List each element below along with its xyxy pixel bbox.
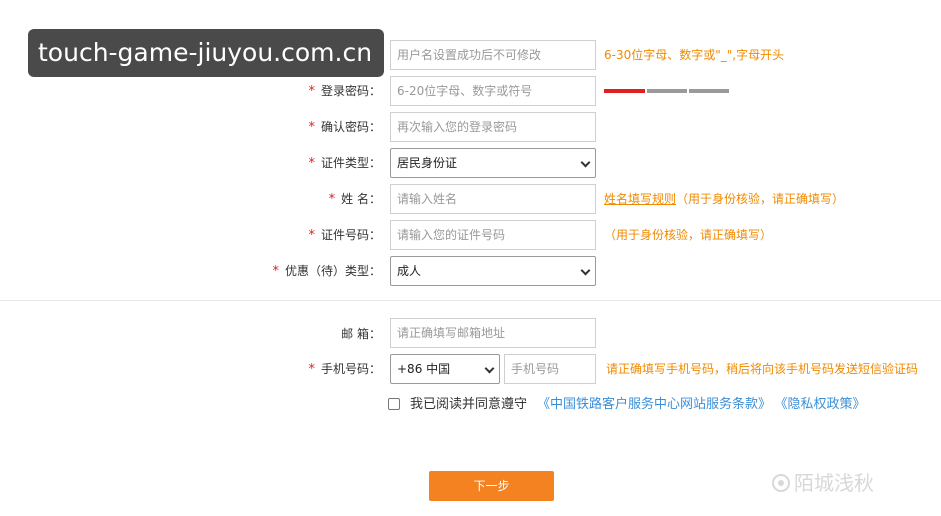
id-number-label: * 证件号码： (161, 227, 381, 244)
name-label-text: 姓 名： (341, 192, 381, 206)
discount-type-select[interactable]: 成人 (390, 256, 596, 286)
strength-bar-2 (647, 89, 687, 93)
strength-bar-3 (689, 89, 729, 93)
next-button[interactable]: 下一步 (429, 471, 554, 501)
watermark-banner: touch-game-jiuyou.com.cn (28, 29, 384, 77)
required-star: * (308, 84, 315, 99)
name-hint-text: （用于身份核验，请正确填写） (676, 192, 845, 206)
phone-hint: 请正确填写手机号码，稍后将向该手机号码发送短信验证码 (606, 362, 919, 376)
email-input[interactable]: 请正确填写邮箱地址 (390, 318, 596, 348)
email-label: 邮 箱： (341, 327, 381, 341)
country-code-select[interactable]: +86 中国 (390, 354, 500, 384)
id-type-label: * 证件类型： (161, 155, 381, 172)
name-hint: 姓名填写规则（用于身份核验，请正确填写） (604, 191, 844, 207)
name-input[interactable]: 请输入姓名 (390, 184, 596, 214)
discount-type-label-text: 优惠（待）类型： (284, 264, 381, 278)
phone-input[interactable]: 手机号码 (504, 354, 596, 384)
password-input[interactable]: 6-20位字母、数字或符号 (390, 76, 596, 106)
agreement-checkbox[interactable] (388, 398, 400, 410)
watermark-footer: 陌城浅秋 (772, 470, 874, 496)
required-star: * (272, 264, 279, 279)
chevron-down-icon (580, 157, 591, 168)
phone-label-text: 手机号码： (320, 362, 381, 376)
phone-label: * 手机号码： (161, 361, 381, 378)
password-label: * 登录密码： (161, 83, 381, 100)
discount-type-value: 成人 (397, 264, 422, 278)
agreement-text: 我已阅读并同意遵守 (410, 397, 528, 412)
required-star: * (308, 362, 315, 377)
watermark-logo-icon (772, 474, 790, 492)
country-code-value: +86 中国 (397, 362, 451, 376)
confirm-password-input[interactable]: 再次输入您的登录密码 (390, 112, 596, 142)
confirm-password-label: * 确认密码： (161, 119, 381, 136)
confirm-password-label-text: 确认密码： (320, 120, 381, 134)
privacy-link[interactable]: 《隐私权政策》 (781, 397, 866, 412)
id-number-label-text: 证件号码： (320, 228, 381, 242)
section-divider (0, 300, 941, 301)
id-type-label-text: 证件类型： (320, 156, 381, 170)
id-number-hint: （用于身份核验，请正确填写） (604, 228, 773, 242)
password-label-text: 登录密码： (320, 84, 381, 98)
required-star: * (308, 156, 315, 171)
id-number-input[interactable]: 请输入您的证件号码 (390, 220, 596, 250)
discount-type-label: * 优惠（待）类型： (161, 263, 381, 280)
required-star: * (308, 228, 315, 243)
required-star: * (328, 192, 336, 207)
required-star: * (308, 120, 315, 135)
strength-bar-1 (604, 89, 645, 93)
name-rules-link[interactable]: 姓名填写规则 (604, 192, 676, 206)
agreement-row: 我已阅读并同意遵守 《中国铁路客户服务中心网站服务条款》 《隐私权政策》 (388, 397, 876, 413)
name-label: * 姓 名： (161, 191, 381, 208)
username-hint: 6-30位字母、数字或"_",字母开头 (604, 48, 785, 62)
watermark-footer-text: 陌城浅秋 (794, 471, 874, 495)
chevron-down-icon (484, 363, 495, 374)
id-type-value: 居民身份证 (397, 156, 458, 170)
chevron-down-icon (580, 265, 591, 276)
terms-link[interactable]: 《中国铁路客户服务中心网站服务条款》 (537, 397, 771, 412)
id-type-select[interactable]: 居民身份证 (390, 148, 596, 178)
username-input[interactable]: 用户名设置成功后不可修改 (390, 40, 596, 70)
